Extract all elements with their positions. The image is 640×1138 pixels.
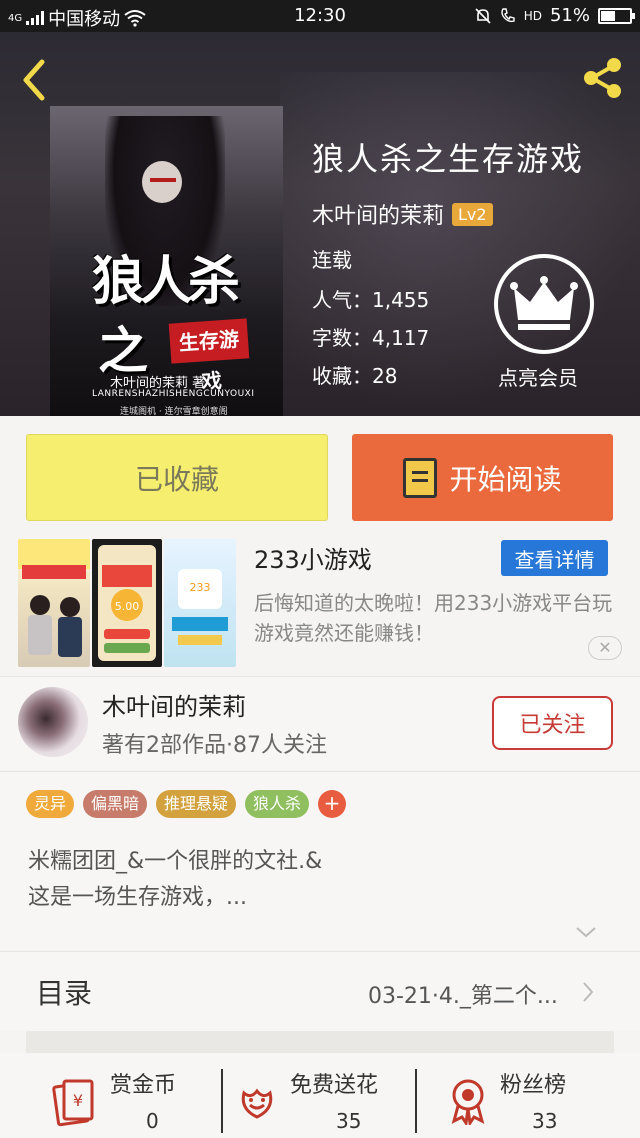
status-bar: 4G 中国移动 12:30 HD 51% [0, 0, 640, 32]
author-card-stats: 著有2部作品·87人关注 [102, 733, 327, 758]
vip-button[interactable] [494, 254, 594, 354]
expand-intro-button[interactable] [574, 924, 598, 944]
tag-item[interactable]: 偏黑暗 [83, 790, 148, 818]
serial-status: 连载 [312, 248, 352, 272]
follow-button[interactable]: 已关注 [492, 696, 613, 750]
medal-icon [451, 1079, 485, 1125]
favorite-button[interactable]: 已收藏 [26, 434, 328, 521]
flowers-label: 免费送花 [290, 1073, 379, 1098]
ad-badge: 233 [190, 581, 211, 594]
cover-pinyin: LANRENSHAZHISHENGCUNYOUXI [92, 389, 255, 399]
tag-item[interactable]: 灵异 [26, 790, 75, 818]
ad-description: 后悔知道的太晚啦！用233小游戏平台玩游戏竟然还能赚钱！ [254, 591, 613, 645]
add-tag-button[interactable]: + [318, 790, 347, 818]
cover-publisher: 连城阁机 · 连尔雪章创意阁 [120, 407, 228, 416]
popularity: 人气：1,455 [312, 288, 430, 312]
fan-ranking-button[interactable]: 粉丝榜 33 [446, 1067, 596, 1138]
start-reading-button[interactable]: 开始阅读 [352, 434, 613, 521]
chevron-down-icon [576, 927, 596, 938]
latest-chapter: 03-21·4._第二个... [368, 984, 558, 1009]
book-cover[interactable]: 狼人杀 之 生存游戏 木叶间的茉莉 著 LANRENSHAZHISHENGCUN… [50, 106, 283, 416]
start-reading-label: 开始阅读 [449, 462, 562, 496]
separator [221, 1069, 223, 1133]
phone-icon [501, 7, 515, 22]
cover-stamp: 生存游戏 [168, 318, 250, 394]
svg-text:¥: ¥ [73, 1091, 83, 1110]
tag-item[interactable]: 推理悬疑 [156, 790, 237, 818]
bottom-stats-bar: ¥ 赏金币 0 免费送花 35 粉丝榜 33 [0, 1053, 640, 1138]
reward-label: 赏金币 [110, 1073, 177, 1098]
favorite-count: 收藏：28 [312, 364, 398, 388]
fans-label: 粉丝榜 [500, 1073, 567, 1098]
word-count: 字数：4,117 [312, 326, 430, 350]
book-icon [403, 457, 438, 498]
bell-muted-icon [475, 7, 491, 24]
book-intro: 米糯团团_&一个很胖的文社.& 这是一场生存游戏，... [28, 849, 323, 910]
author-name[interactable]: 木叶间的茉莉 [312, 198, 444, 230]
ad-image-3: 233 [164, 539, 236, 667]
book-header: 狼人杀 之 生存游戏 木叶间的茉莉 著 LANRENSHAZHISHENGCUN… [0, 32, 640, 416]
flower-icon [241, 1088, 273, 1119]
chevron-left-icon [23, 59, 45, 101]
status-right: HD 51% [474, 5, 635, 26]
ad-close-button[interactable]: ✕ [588, 636, 622, 660]
author-line: 木叶间的茉莉 Lv2 [312, 198, 493, 230]
battery-percent: 51% [549, 5, 590, 26]
coin-envelope-icon: ¥ [52, 1079, 94, 1127]
level-badge: Lv2 [452, 202, 493, 226]
favorite-label: 已收藏 [134, 462, 219, 496]
tags-and-intro: 灵异 偏黑暗 推理悬疑 狼人杀 + 米糯团团_&一个很胖的文社.& 这是一场生存… [0, 771, 640, 950]
reward-coins-button[interactable]: ¥ 赏金币 0 [50, 1067, 220, 1138]
cover-title-line1: 狼人杀 [92, 251, 240, 312]
avatar[interactable] [18, 687, 88, 757]
reward-value: 0 [146, 1109, 159, 1133]
ad-details-button[interactable]: 查看详情 [501, 540, 608, 576]
ad-image-2: 5.00 [92, 539, 162, 667]
hd-indicator: HD [523, 8, 542, 23]
ad-amount: 5.00 [115, 600, 140, 613]
book-title: 狼人杀之生存游戏 [312, 140, 585, 178]
send-flowers-button[interactable]: 免费送花 35 [236, 1067, 414, 1138]
table-of-contents-row[interactable]: 目录 03-21·4._第二个... [0, 951, 640, 1031]
share-icon [584, 58, 621, 98]
flowers-value: 35 [336, 1109, 362, 1133]
battery-icon [598, 7, 635, 24]
fans-value: 33 [532, 1109, 558, 1133]
author-card[interactable]: 木叶间的茉莉 著有2部作品·87人关注 已关注 [0, 676, 640, 770]
toc-label: 目录 [36, 977, 93, 1010]
ad-banner[interactable]: 5.00 233 233小游戏 查看详情 后悔知道的太晚啦！用233小游戏平台玩… [0, 536, 640, 672]
ad-image-1 [18, 539, 90, 667]
back-button[interactable] [16, 56, 52, 104]
tag-item[interactable]: 狼人杀 [245, 790, 310, 818]
author-card-name: 木叶间的茉莉 [102, 693, 246, 721]
chevron-right-icon [580, 980, 596, 1008]
vip-label: 点亮会员 [498, 366, 578, 390]
ad-title: 233小游戏 [254, 546, 372, 574]
crown-icon [510, 276, 578, 330]
tag-list: 灵异 偏黑暗 推理悬疑 狼人杀 + [26, 790, 347, 818]
separator [415, 1069, 417, 1133]
section-divider [26, 1031, 614, 1053]
share-button[interactable] [578, 54, 626, 102]
